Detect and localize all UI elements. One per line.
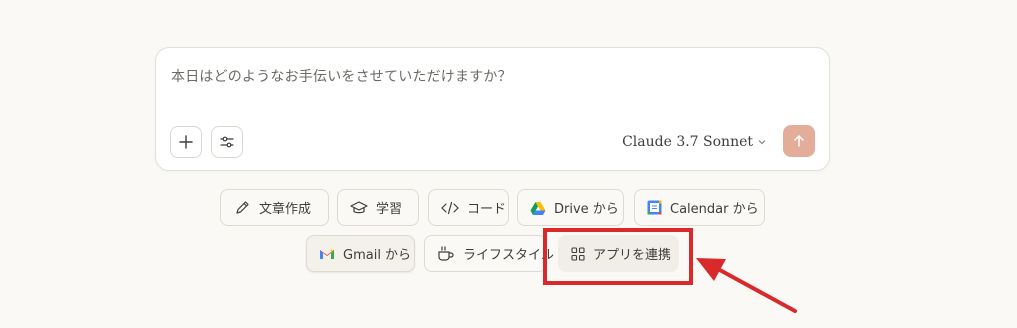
code-icon (441, 199, 459, 217)
chip-label: ライフスタイル (463, 248, 555, 263)
chip-label: Drive から (554, 202, 619, 217)
google-drive-icon (530, 199, 546, 217)
chip-writing[interactable]: 文章作成 (220, 189, 329, 226)
chip-drive[interactable]: Drive から (517, 189, 624, 226)
chip-label: コード (467, 202, 507, 217)
coffee-cup-icon (437, 245, 455, 263)
graduation-cap-icon (350, 199, 368, 217)
gmail-icon (319, 245, 335, 263)
google-calendar-icon (647, 199, 662, 217)
chip-calendar[interactable]: Calendar から (634, 189, 765, 226)
chevron-down-icon (758, 140, 766, 145)
arrow-up-icon (794, 135, 804, 147)
chip-gmail[interactable]: Gmail から (306, 235, 415, 272)
annotation-highlight-box (543, 228, 693, 285)
chip-label: Gmail から (343, 248, 412, 263)
chip-code[interactable]: コード (428, 189, 509, 226)
message-input[interactable]: 本日はどのようなお手伝いをさせていただけますか？ (171, 66, 814, 86)
add-content-button[interactable] (170, 126, 202, 158)
plus-icon (179, 135, 193, 149)
model-selector[interactable]: Claude 3.7 Sonnet (622, 132, 767, 152)
chip-label: Calendar から (670, 202, 759, 217)
send-button[interactable] (783, 125, 815, 157)
chip-label: 学習 (376, 202, 403, 217)
chip-learning[interactable]: 学習 (337, 189, 419, 226)
chip-lifestyle[interactable]: ライフスタイル (424, 235, 554, 272)
pencil-icon (233, 199, 251, 217)
message-composer[interactable]: 本日はどのようなお手伝いをさせていただけますか？ Claude 3.7 Sonn… (155, 47, 830, 171)
model-name: Claude 3.7 Sonnet (622, 134, 753, 150)
sliders-icon (220, 136, 234, 148)
annotation-arrow (696, 258, 797, 313)
tools-settings-button[interactable] (211, 126, 243, 158)
claude-home: 本日はどのようなお手伝いをさせていただけますか？ Claude 3.7 Sonn… (0, 0, 1017, 328)
chip-label: 文章作成 (259, 202, 312, 217)
